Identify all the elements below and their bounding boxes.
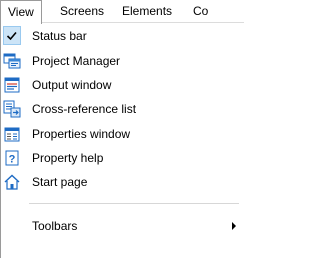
output-window-icon: [3, 76, 21, 94]
properties-window-icon: [3, 125, 21, 143]
svg-text:?: ?: [9, 154, 16, 166]
menu-item-label: Toolbars: [32, 219, 78, 233]
menu-item-label: Property help: [32, 151, 104, 165]
menu-item-project-manager[interactable]: Project Manager: [1, 50, 244, 72]
menu-item-start-page[interactable]: Start page: [1, 171, 244, 193]
project-manager-icon: [3, 52, 21, 70]
menu-view[interactable]: View: [0, 0, 42, 24]
menu-elements[interactable]: Elements: [115, 0, 179, 23]
help-icon: ?: [3, 149, 21, 167]
menu-item-cross-reference-list[interactable]: Cross-reference list: [1, 98, 244, 120]
menu-item-output-window[interactable]: Output window: [1, 74, 244, 96]
cross-reference-icon: [3, 100, 21, 118]
submenu-arrow-icon: [232, 222, 236, 230]
menu-item-status-bar[interactable]: Status bar: [1, 25, 244, 47]
checkmark-icon: [3, 27, 21, 45]
menu-item-property-help[interactable]: ? Property help: [1, 147, 244, 169]
menu-item-label: Properties window: [32, 127, 131, 141]
menu-screens[interactable]: Screens: [53, 0, 111, 23]
home-icon: [3, 173, 21, 191]
menu-co-truncated[interactable]: Co: [186, 0, 215, 23]
menu-item-label: Output window: [32, 78, 112, 92]
view-menu-dropdown: Status bar Project Manager Output window…: [0, 23, 244, 258]
menu-separator: [29, 203, 239, 204]
menu-item-label: Project Manager: [32, 54, 121, 68]
menu-item-label: Start page: [32, 175, 88, 189]
menu-item-toolbars[interactable]: Toolbars: [1, 215, 244, 237]
application-window: View Screens Elements Co Status bar Proj…: [0, 0, 244, 258]
menu-item-properties-window[interactable]: Properties window: [1, 123, 244, 145]
menu-bar: View Screens Elements Co: [0, 0, 244, 24]
menu-item-label: Cross-reference list: [32, 102, 137, 116]
menu-item-label: Status bar: [32, 29, 87, 43]
